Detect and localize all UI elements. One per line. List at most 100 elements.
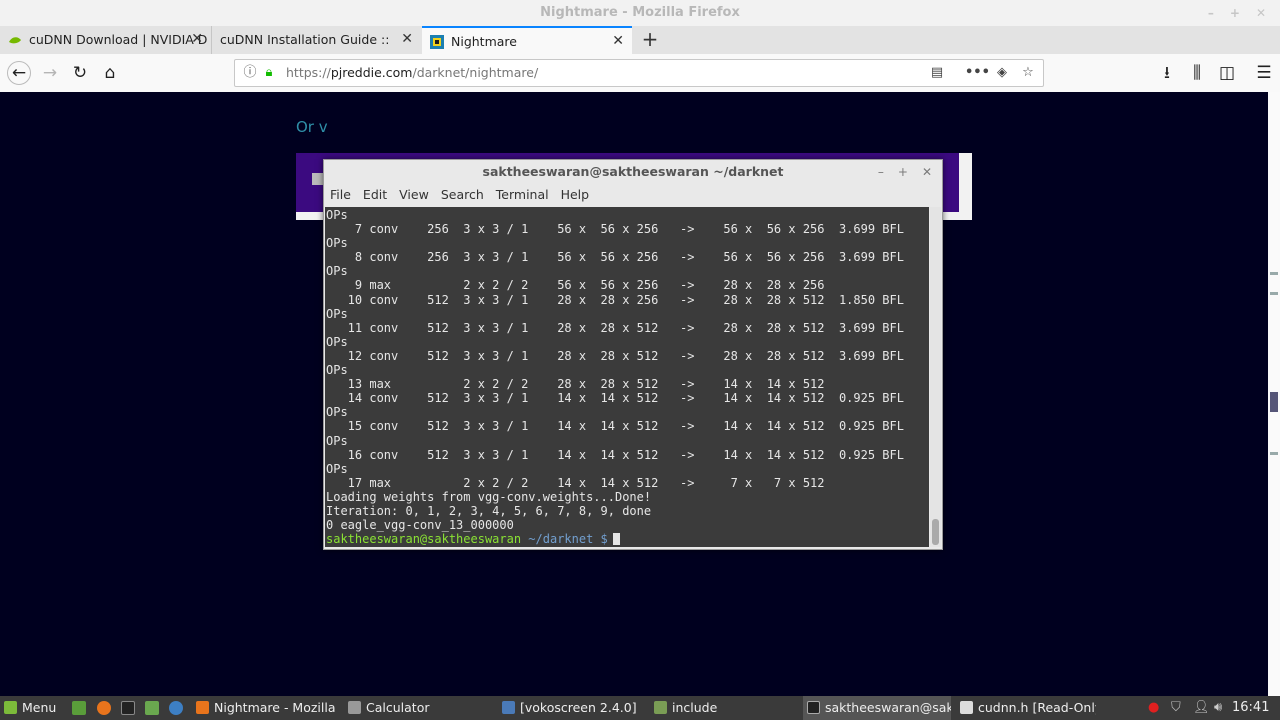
volume-icon[interactable]: 🔊︎ bbox=[1214, 696, 1222, 720]
browser-launcher-icon[interactable] bbox=[169, 701, 183, 715]
taskbar-window-label: Calculator bbox=[366, 700, 430, 715]
taskbar-window-include[interactable]: include bbox=[650, 696, 800, 720]
terminal-line: 13 max 2 x 2 / 2 28 x 28 x 512 -> 14 x 1… bbox=[326, 377, 825, 392]
url-bar[interactable]: ⓘ 🔒︎ https://pjreddie.com/darknet/nightm… bbox=[234, 59, 1044, 87]
close-tab-icon[interactable]: ✕ bbox=[401, 26, 413, 53]
terminal-line: 11 conv 512 3 x 3 / 1 28 x 28 x 512 -> 2… bbox=[326, 320, 904, 335]
terminal-line: Iteration: 0, 1, 2, 3, 4, 5, 6, 7, 8, 9,… bbox=[326, 503, 652, 518]
text-editor-icon bbox=[960, 701, 973, 714]
clock[interactable]: 16:41 bbox=[1232, 696, 1269, 720]
menu-file[interactable]: File bbox=[330, 187, 351, 202]
terminal-output[interactable]: OPs 7 conv 256 3 x 3 / 1 56 x 56 x 256 -… bbox=[325, 207, 929, 547]
reload-button[interactable]: ↻ bbox=[68, 61, 92, 85]
firefox-icon bbox=[196, 701, 209, 714]
tab-strip: cuDNN Download | NVIDIA D ✕ cuDNN Instal… bbox=[0, 26, 1280, 54]
nvidia-icon bbox=[9, 37, 21, 44]
menu-terminal[interactable]: Terminal bbox=[496, 187, 549, 202]
shield-icon[interactable]: ⛉ bbox=[1171, 696, 1181, 720]
terminal-launcher-icon[interactable] bbox=[121, 701, 135, 715]
home-icon: ⌂ bbox=[104, 63, 116, 83]
firefox-launcher-icon[interactable] bbox=[97, 701, 111, 715]
window-titlebar: Nightmare - Mozilla Firefox – + ✕ bbox=[0, 0, 1280, 26]
maximize-icon[interactable]: + bbox=[898, 165, 908, 179]
start-menu-button[interactable]: Menu bbox=[0, 696, 64, 720]
new-tab-button[interactable]: + bbox=[640, 26, 660, 54]
terminal-title: saktheeswaran@saktheeswaran ~/darknet bbox=[482, 164, 784, 179]
url-text[interactable]: https://pjreddie.com/darknet/nightmare/ bbox=[286, 60, 538, 86]
minimize-icon[interactable]: – bbox=[1208, 6, 1214, 20]
close-icon[interactable]: ✕ bbox=[922, 165, 932, 179]
terminal-line: 12 conv 512 3 x 3 / 1 28 x 28 x 512 -> 2… bbox=[326, 348, 904, 363]
files-launcher-icon[interactable] bbox=[145, 701, 159, 715]
terminal-line: 14 conv 512 3 x 3 / 1 14 x 14 x 512 -> 1… bbox=[326, 391, 904, 406]
terminal-line: OPs bbox=[326, 363, 348, 378]
window-title: Nightmare - Mozilla Firefox bbox=[540, 5, 740, 20]
terminal-scrollbar[interactable] bbox=[930, 207, 941, 547]
prompt-user: saktheeswaran@saktheeswaran bbox=[326, 532, 522, 546]
taskbar-window-firefox[interactable]: Nightmare - Mozilla ... bbox=[192, 696, 336, 720]
menu-button[interactable]: ☰ bbox=[1252, 61, 1276, 85]
terminal-line: 15 conv 512 3 x 3 / 1 14 x 14 x 512 -> 1… bbox=[326, 419, 904, 434]
terminal-icon bbox=[807, 701, 820, 714]
page-scrollbar[interactable] bbox=[1268, 92, 1280, 696]
terminal-line: OPs bbox=[326, 236, 348, 251]
terminal-line: OPs bbox=[326, 405, 348, 420]
bookmark-star-icon[interactable]: ☆ bbox=[1018, 62, 1038, 84]
terminal-line: 10 conv 512 3 x 3 / 1 28 x 28 x 256 -> 2… bbox=[326, 292, 904, 307]
back-button[interactable]: ← bbox=[7, 61, 31, 85]
maximize-icon[interactable]: + bbox=[1230, 6, 1240, 20]
record-icon[interactable]: ● bbox=[1148, 696, 1159, 720]
terminal-line: 7 conv 256 3 x 3 / 1 56 x 56 x 256 -> 56… bbox=[326, 222, 904, 237]
taskbar-window-vokoscreen[interactable]: [vokoscreen 2.4.0] bbox=[498, 696, 646, 720]
home-button[interactable]: ⌂ bbox=[98, 61, 122, 85]
lock-icon[interactable]: 🔒︎ bbox=[259, 62, 279, 84]
terminal-line: OPs bbox=[326, 208, 348, 222]
tab-cudnn-download[interactable]: cuDNN Download | NVIDIA D ✕ bbox=[0, 26, 212, 54]
close-window-icon[interactable]: ✕ bbox=[1256, 6, 1266, 20]
sidebar-icon: ◫ bbox=[1218, 63, 1236, 83]
menu-edit[interactable]: Edit bbox=[363, 187, 387, 202]
menu-view[interactable]: View bbox=[399, 187, 429, 202]
terminal-prompt[interactable]: saktheeswaran@saktheeswaran ~/darknet $ bbox=[326, 532, 620, 546]
downloads-button[interactable]: ⭳ bbox=[1155, 61, 1179, 85]
tab-label: cuDNN Download | NVIDIA D bbox=[29, 32, 208, 47]
tab-nightmare[interactable]: Nightmare ✕ bbox=[422, 26, 632, 54]
scrollbar-mark bbox=[1270, 452, 1278, 455]
pocket-icon[interactable]: ◈ bbox=[992, 62, 1012, 84]
terminal-line: OPs bbox=[326, 334, 348, 349]
user-icon[interactable]: 👤︎ bbox=[1193, 696, 1210, 720]
page-text-snippet: Or v bbox=[296, 118, 328, 136]
tab-cudnn-guide[interactable]: cuDNN Installation Guide :: Deep ✕ bbox=[211, 26, 421, 54]
close-tab-icon[interactable]: ✕ bbox=[612, 28, 624, 54]
start-menu-label: Menu bbox=[22, 700, 57, 715]
menu-help[interactable]: Help bbox=[561, 187, 590, 202]
scrollbar-mark bbox=[1270, 292, 1278, 295]
close-tab-icon[interactable]: ✕ bbox=[191, 26, 203, 53]
taskbar-window-terminal[interactable]: saktheeswaran@sak... bbox=[803, 696, 951, 720]
reader-view-icon[interactable]: ▤ bbox=[927, 62, 947, 84]
terminal-line: 0 eagle_vgg-conv_13_000000 bbox=[326, 518, 514, 533]
terminal-line: OPs bbox=[326, 306, 348, 321]
taskbar-window-calculator[interactable]: Calculator bbox=[344, 696, 492, 720]
page-actions-icon[interactable]: ••• bbox=[965, 62, 990, 84]
info-icon[interactable]: ⓘ bbox=[240, 62, 260, 84]
library-button[interactable]: ⫼ bbox=[1185, 61, 1209, 85]
menu-search[interactable]: Search bbox=[441, 187, 484, 202]
taskbar-window-label: cudnn.h [Read-Only] ... bbox=[978, 700, 1096, 715]
nightmare-icon bbox=[430, 35, 444, 49]
terminal-window-controls: – + ✕ bbox=[864, 160, 932, 184]
terminal-window[interactable]: saktheeswaran@saktheeswaran ~/darknet – +… bbox=[323, 159, 943, 550]
taskbar-window-label: [vokoscreen 2.4.0] bbox=[520, 700, 637, 715]
mint-menu-icon bbox=[4, 701, 17, 714]
download-icon: ⭳ bbox=[1164, 63, 1170, 83]
terminal-scroll-thumb[interactable] bbox=[932, 519, 939, 545]
tab-label: cuDNN Installation Guide :: Deep bbox=[220, 32, 392, 47]
forward-button[interactable]: → bbox=[38, 61, 62, 85]
vokoscreen-icon bbox=[502, 701, 515, 714]
terminal-line: OPs bbox=[326, 461, 348, 476]
scrollbar-mark bbox=[1270, 272, 1278, 275]
minimize-icon[interactable]: – bbox=[878, 165, 884, 179]
taskbar-window-cudnn-h[interactable]: cudnn.h [Read-Only] ... bbox=[956, 696, 1096, 720]
show-desktop-icon[interactable] bbox=[72, 701, 86, 715]
sidebar-button[interactable]: ◫ bbox=[1215, 61, 1239, 85]
